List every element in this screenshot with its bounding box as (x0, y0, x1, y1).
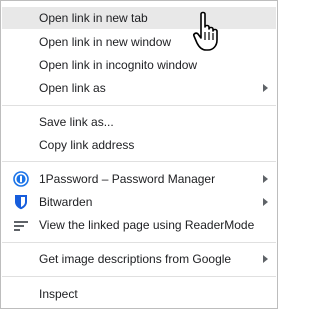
chevron-right-icon (263, 255, 268, 263)
menu-item-save-link-as[interactable]: Save link as... (2, 111, 276, 133)
menu-item-label: Inspect (39, 287, 78, 301)
menu-item-1password[interactable]: 1Password – Password Manager (2, 168, 276, 190)
menu-item-inspect[interactable]: Inspect (2, 283, 276, 305)
menu-item-label: Save link as... (39, 115, 114, 129)
menu-item-open-new-window[interactable]: Open link in new window (2, 31, 276, 53)
menu-item-label: Open link in incognito window (39, 58, 198, 72)
menu-item-label: 1Password – Password Manager (39, 172, 216, 186)
menu-item-label: Copy link address (39, 138, 135, 152)
context-menu: Open link in new tab Open link in new wi… (0, 0, 278, 309)
menu-item-label: Bitwarden (39, 195, 93, 209)
menu-separator (2, 242, 276, 243)
menu-item-label: Get image descriptions from Google (39, 252, 232, 266)
chevron-right-icon (263, 198, 268, 206)
reader-lines-icon (13, 217, 29, 233)
menu-item-readermode[interactable]: View the linked page using ReaderMode (2, 214, 276, 236)
menu-item-label: Open link as (39, 81, 106, 95)
menu-item-bitwarden[interactable]: Bitwarden (2, 191, 276, 213)
bitwarden-shield-icon (13, 194, 29, 210)
menu-item-label: Open link in new window (39, 35, 172, 49)
menu-item-open-new-tab[interactable]: Open link in new tab (2, 7, 276, 29)
menu-item-open-link-as[interactable]: Open link as (2, 77, 276, 99)
menu-item-label: Open link in new tab (39, 11, 148, 25)
hand-pointer-icon (192, 10, 226, 52)
chevron-right-icon (263, 175, 268, 183)
menu-item-label: View the linked page using ReaderMode (39, 218, 255, 232)
chevron-right-icon (263, 84, 268, 92)
menu-separator (2, 161, 276, 162)
menu-separator (2, 276, 276, 277)
menu-item-copy-link-address[interactable]: Copy link address (2, 134, 276, 156)
menu-item-image-descriptions[interactable]: Get image descriptions from Google (2, 248, 276, 270)
menu-separator (2, 105, 276, 106)
1password-icon (13, 171, 29, 187)
menu-item-open-incognito[interactable]: Open link in incognito window (2, 54, 276, 76)
